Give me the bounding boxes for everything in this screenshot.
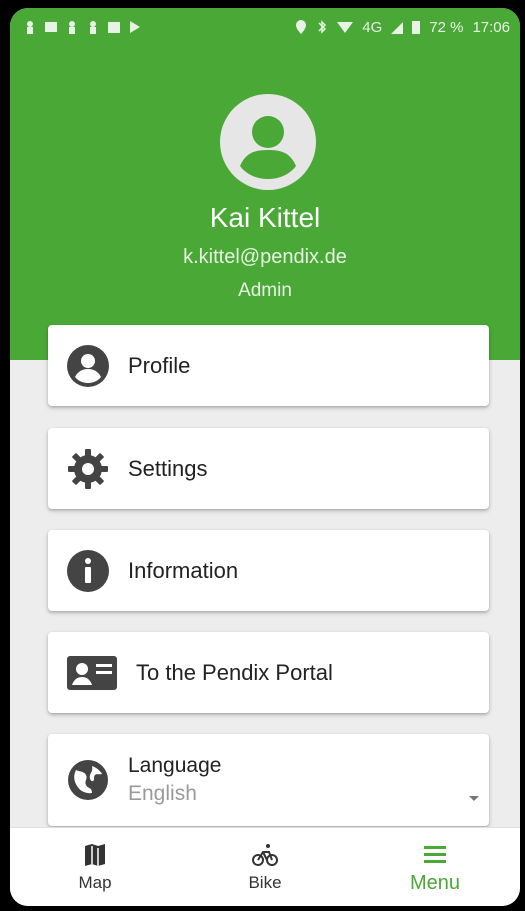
notification-icon xyxy=(66,20,78,34)
account-circle-icon xyxy=(66,344,110,388)
nav-menu[interactable]: Menu xyxy=(375,840,495,895)
menu-item-label: Profile xyxy=(128,352,191,378)
dropdown-caret-icon xyxy=(469,796,479,801)
menu-item-pendix-portal[interactable]: To the Pendix Portal xyxy=(48,632,489,713)
info-icon xyxy=(66,549,110,593)
language-select[interactable]: Language English xyxy=(48,734,489,826)
image-icon xyxy=(45,20,57,34)
language-value: English xyxy=(128,782,197,805)
nav-bike[interactable]: Bike xyxy=(205,841,325,893)
user-name: Kai Kittel xyxy=(209,202,321,233)
notification-icons xyxy=(24,20,141,34)
nav-map[interactable]: Map xyxy=(35,841,155,893)
user-role: Admin xyxy=(238,280,292,301)
bluetooth-icon xyxy=(316,20,328,34)
notification-icon xyxy=(24,20,36,34)
globe-icon xyxy=(66,758,110,802)
nav-label: Map xyxy=(78,873,112,892)
avatar-icon[interactable] xyxy=(220,94,316,190)
bottom-navigation: Map Bike Menu xyxy=(10,827,520,906)
menu-item-information[interactable]: Information xyxy=(48,530,489,611)
network-type: 4G xyxy=(362,18,383,36)
menu-item-settings[interactable]: Settings xyxy=(48,428,489,509)
menu-item-profile[interactable]: Profile xyxy=(48,325,489,406)
signal-icon xyxy=(391,20,404,34)
menu-item-label: Settings xyxy=(128,455,208,481)
map-icon xyxy=(81,841,109,869)
hamburger-menu-icon xyxy=(421,840,449,868)
system-icons: 4G 72 % 17:06 xyxy=(295,19,510,36)
play-store-icon xyxy=(129,20,141,34)
notification-icon xyxy=(87,20,99,34)
menu-item-label: To the Pendix Portal xyxy=(136,659,333,685)
location-icon xyxy=(295,20,307,34)
nav-label: Menu xyxy=(409,871,461,894)
phone-screen: 4G 72 % 17:06 Kai Kittel k.kittel@pendix… xyxy=(10,8,520,906)
menu-item-label: Information xyxy=(128,557,239,583)
user-email: k.kittel@pendix.de xyxy=(183,246,347,268)
status-bar: 4G 72 % 17:06 xyxy=(10,8,520,46)
id-card-icon xyxy=(66,651,118,695)
gear-icon xyxy=(66,447,110,491)
clock: 17:06 xyxy=(472,18,510,36)
battery-percent: 72 % xyxy=(429,18,464,36)
calendar-icon xyxy=(108,20,120,34)
battery-icon xyxy=(412,20,421,34)
profile-header: 4G 72 % 17:06 Kai Kittel k.kittel@pendix… xyxy=(10,8,520,360)
language-label: Language xyxy=(128,754,222,777)
language-text: Language English xyxy=(128,754,221,806)
wifi-icon xyxy=(337,20,354,34)
nav-label: Bike xyxy=(248,873,282,892)
bicycle-icon xyxy=(251,841,279,869)
